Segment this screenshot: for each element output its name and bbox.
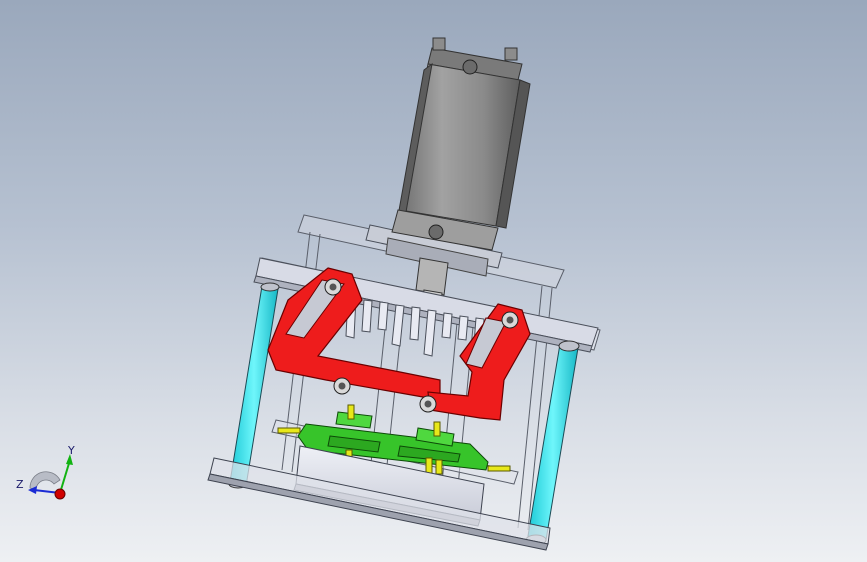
y-axis-label: Y — [67, 444, 75, 457]
z-axis-label: Z — [16, 478, 24, 491]
y-axis-line — [59, 459, 71, 494]
x-axis-dot — [54, 488, 66, 500]
cad-viewport[interactable] — [0, 0, 867, 562]
guide-post-left[interactable] — [228, 282, 280, 489]
orientation-triad: Y Z — [16, 444, 75, 500]
